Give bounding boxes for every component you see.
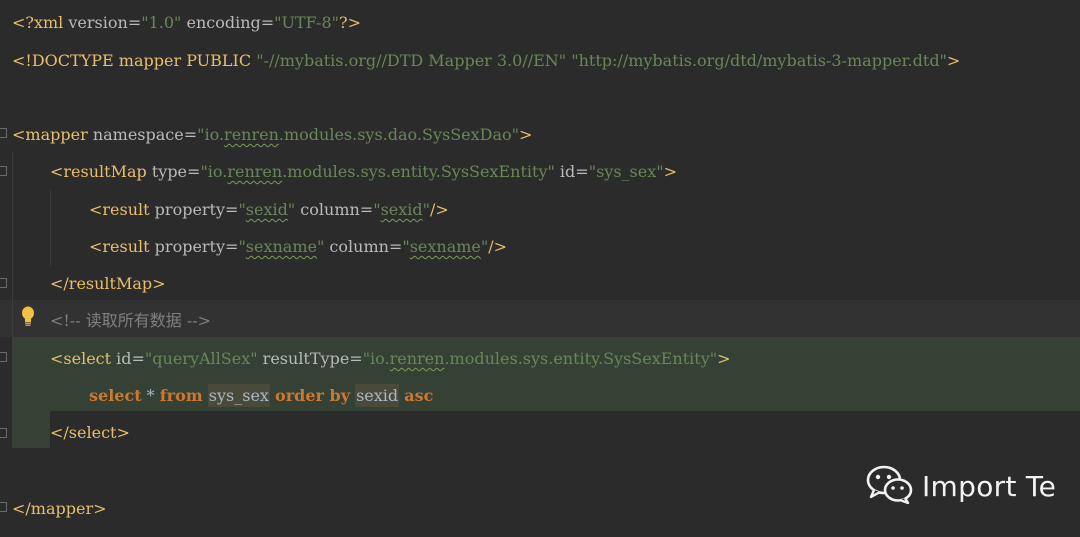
quote: " bbox=[422, 200, 430, 219]
code-line-6[interactable]: <result property="sexid" column="sexid"/… bbox=[0, 191, 449, 228]
code-line-5[interactable]: <resultMap type="io.renren.modules.sys.e… bbox=[0, 153, 677, 190]
sql-star: * bbox=[141, 386, 160, 405]
column-value: sexname bbox=[409, 237, 481, 256]
xml-decl-open: <?xml bbox=[12, 13, 69, 32]
attr-column: column= bbox=[324, 237, 403, 256]
sql-keyword-from: from bbox=[159, 386, 203, 405]
watermark: Import Te bbox=[866, 462, 1056, 510]
code-line-4[interactable]: <mapper namespace="io.renren.modules.sys… bbox=[0, 116, 532, 153]
attr-type: type= bbox=[151, 162, 201, 181]
sql-table-name: sys_sex bbox=[207, 384, 270, 407]
result-tag-close: /> bbox=[488, 237, 508, 256]
attr-property: property= bbox=[154, 200, 239, 219]
quote: " bbox=[373, 200, 381, 219]
sql-keyword-select: select bbox=[89, 386, 142, 405]
watermark-text: Import Te bbox=[922, 469, 1057, 503]
sql-keyword-asc: asc bbox=[404, 386, 434, 405]
resultmap-close-tag: </resultMap> bbox=[50, 274, 166, 293]
property-value: sexname bbox=[245, 237, 317, 256]
resulttype-value-suffix: .modules.sys.entity.SysSexEntity" bbox=[444, 349, 718, 368]
quote: " bbox=[238, 200, 246, 219]
code-line-1[interactable]: <?xml version="1.0" encoding="UTF-8"?> bbox=[0, 4, 361, 41]
doctype-public-id: "-//mybatis.org//DTD Mapper 3.0//EN" bbox=[256, 51, 567, 70]
doctype-system-id: "http://mybatis.org/dtd/mybatis-3-mapper… bbox=[571, 51, 947, 70]
sql-keyword-order-by: order by bbox=[275, 386, 350, 405]
attr-id: id= bbox=[554, 162, 589, 181]
type-value-prefix: "io. bbox=[200, 162, 228, 181]
type-value-spellcheck: renren bbox=[227, 162, 283, 181]
id-value: "sys_sex" bbox=[588, 162, 664, 181]
code-line-10[interactable]: <select id="queryAllSex" resultType="io.… bbox=[0, 340, 731, 377]
attr-column: column= bbox=[295, 200, 374, 219]
mapper-tag-close: > bbox=[519, 125, 533, 144]
code-editor[interactable]: <?xml version="1.0" encoding="UTF-8"?> <… bbox=[0, 0, 1080, 537]
doctype-open: <!DOCTYPE mapper PUBLIC bbox=[12, 51, 257, 70]
resultmap-tag-open: <resultMap bbox=[50, 162, 152, 181]
tag-match-highlight-right bbox=[822, 337, 1080, 411]
namespace-value-spellcheck: renren bbox=[224, 125, 279, 144]
attr-encoding: encoding= bbox=[181, 13, 275, 32]
xml-comment: <!-- 读取所有数据 --> bbox=[50, 311, 212, 330]
doctype-close: > bbox=[946, 51, 961, 70]
result-tag-open: <result bbox=[89, 237, 155, 256]
namespace-value-prefix: "io. bbox=[197, 125, 225, 144]
attr-version: version= bbox=[68, 13, 142, 32]
select-close-tag: </select> bbox=[50, 423, 130, 442]
select-tag-close: > bbox=[717, 349, 731, 368]
value-encoding: "UTF-8" bbox=[274, 13, 339, 32]
id-value: "queryAllSex" bbox=[144, 349, 258, 368]
attr-namespace: namespace= bbox=[92, 125, 198, 144]
code-line-2[interactable]: <!DOCTYPE mapper PUBLIC "-//mybatis.org/… bbox=[0, 42, 960, 79]
quote: " bbox=[238, 237, 246, 256]
value-version: "1.0" bbox=[141, 13, 182, 32]
quote: " bbox=[402, 237, 410, 256]
code-line-11[interactable]: select * from sys_sex order by sexid asc bbox=[0, 377, 433, 414]
attr-id: id= bbox=[116, 349, 145, 368]
resultmap-tag-close: > bbox=[663, 162, 677, 181]
lightbulb-icon[interactable] bbox=[20, 306, 36, 328]
code-line-9[interactable]: <!-- 读取所有数据 --> bbox=[0, 302, 211, 339]
wechat-icon bbox=[866, 464, 914, 508]
attr-resulttype: resultType= bbox=[257, 349, 363, 368]
code-line-7[interactable]: <result property="sexname" column="sexna… bbox=[0, 228, 507, 265]
result-tag-close: /> bbox=[429, 200, 449, 219]
namespace-value-suffix: .modules.sys.dao.SysSexDao" bbox=[278, 125, 519, 144]
select-tag-open: <select bbox=[50, 349, 117, 368]
type-value-suffix: .modules.sys.entity.SysSexEntity" bbox=[282, 162, 555, 181]
indent-guide bbox=[50, 190, 51, 266]
mapper-close-tag: </mapper> bbox=[12, 499, 107, 518]
attr-property: property= bbox=[154, 237, 239, 256]
mapper-tag-open: <mapper bbox=[12, 125, 93, 144]
sql-column-name: sexid bbox=[355, 384, 400, 407]
column-value: sexid bbox=[380, 200, 423, 219]
resulttype-value-prefix: "io. bbox=[362, 349, 390, 368]
xml-decl-close: ?> bbox=[339, 13, 361, 32]
resulttype-value-spellcheck: renren bbox=[389, 349, 445, 368]
property-value: sexid bbox=[245, 200, 288, 219]
code-line-12[interactable]: </select> bbox=[0, 414, 130, 451]
result-tag-open: <result bbox=[89, 200, 155, 219]
code-line-8[interactable]: </resultMap> bbox=[0, 265, 166, 302]
code-line-14[interactable]: </mapper> bbox=[0, 490, 107, 527]
